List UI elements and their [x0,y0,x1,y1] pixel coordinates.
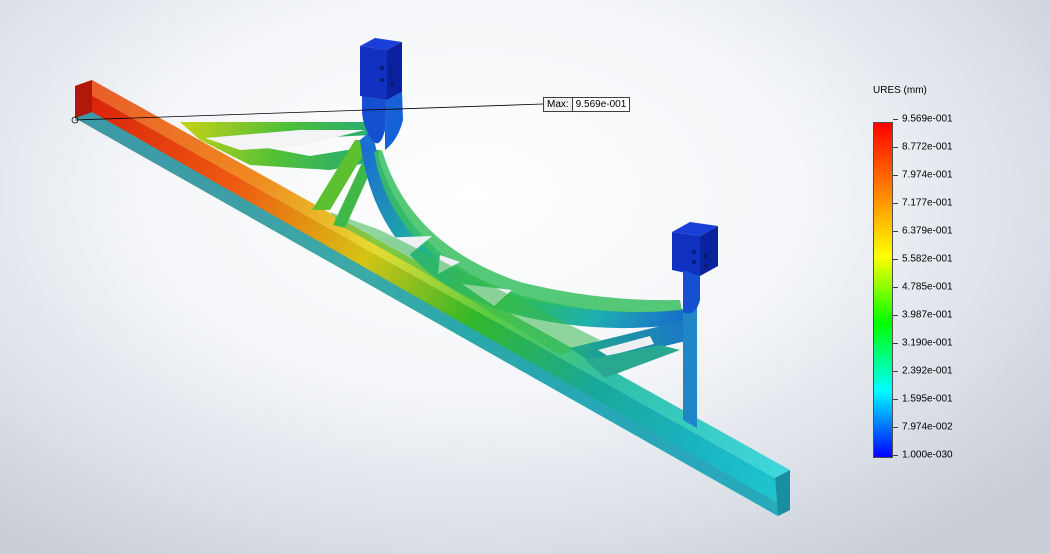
mount-left-front [360,46,387,100]
mount-block-right[interactable] [672,222,718,314]
beam-start-cap [75,80,92,118]
legend-color-bar[interactable] [873,122,893,458]
bracket-model[interactable] [75,38,790,516]
max-value-callout[interactable]: Max: 9.569e-001 [543,97,631,112]
mount-left-side [387,42,402,100]
beam-top-face [75,80,790,478]
max-value: 9.569e-001 [572,97,631,112]
max-label: Max: [543,97,573,112]
mount-right-leg [683,270,700,314]
mount-left-bend [385,92,403,150]
legend-title: URES (mm) [873,85,927,96]
strut-right-vertical [683,300,697,428]
mount-right-front [672,232,700,276]
